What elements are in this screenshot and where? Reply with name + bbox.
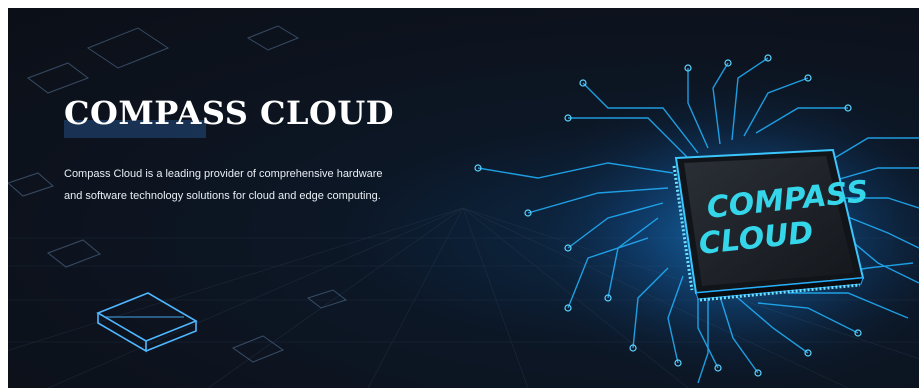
hero-banner: COMPASS CLOUD COMPASS CLOUD Compass Clou…	[8, 8, 919, 388]
hero-title: COMPASS CLOUD	[64, 94, 394, 132]
hero-description: Compass Cloud is a leading provider of c…	[64, 168, 383, 202]
